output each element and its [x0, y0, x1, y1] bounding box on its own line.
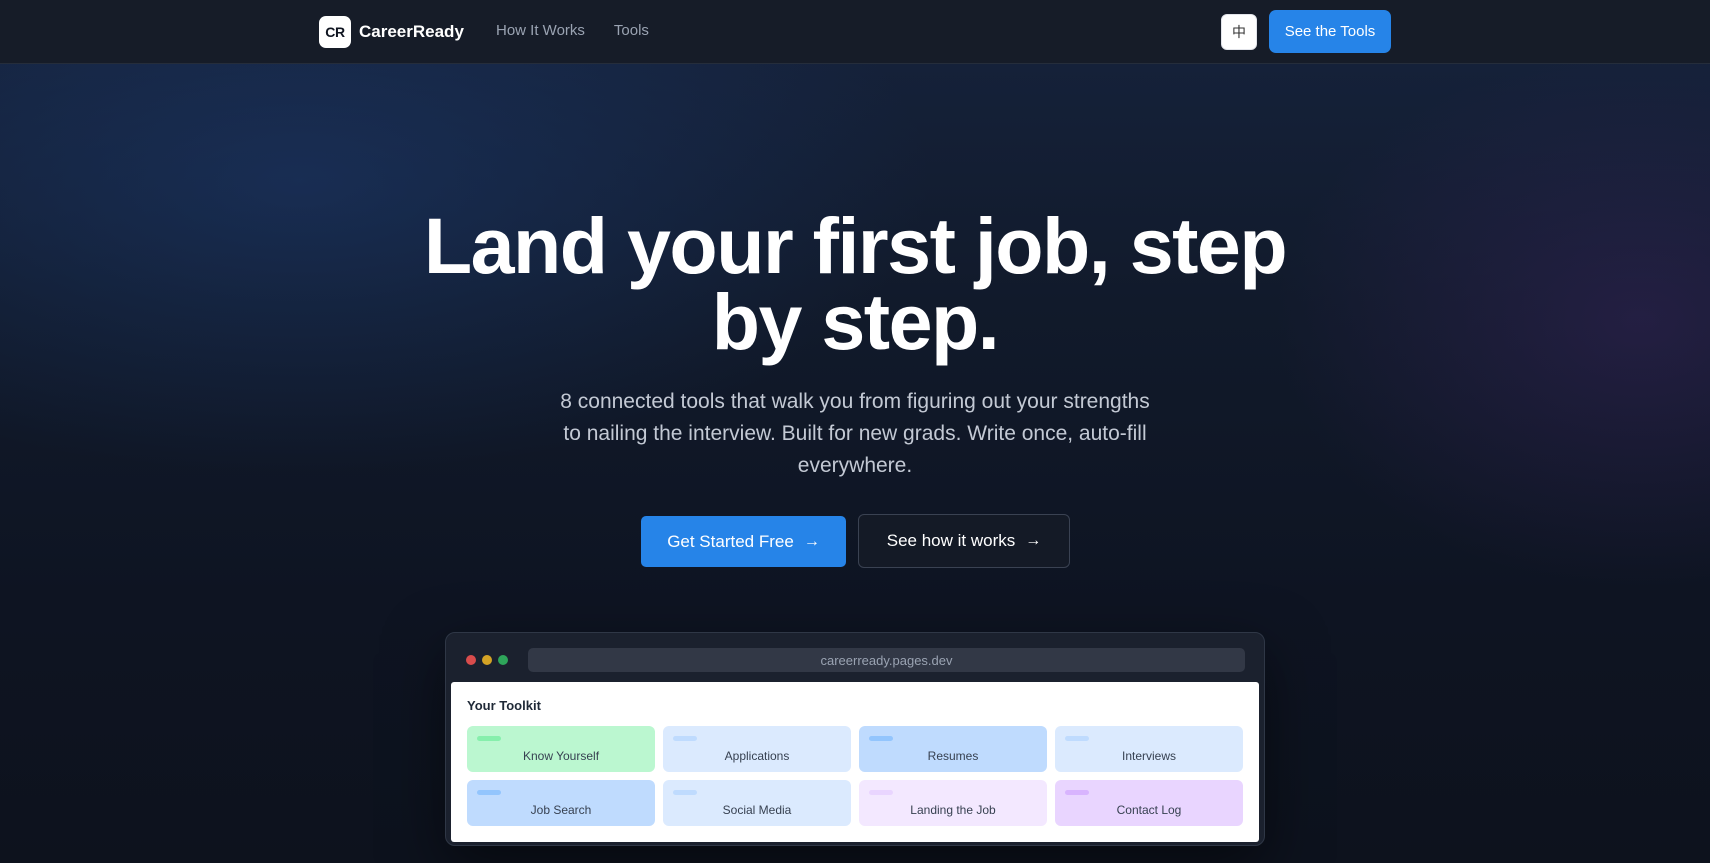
preview-viewport: Your Toolkit Know Yourself Applications … — [451, 682, 1259, 842]
hero-title-line-2: by step. — [711, 277, 1000, 366]
hero-subtitle: 8 connected tools that walk you from fig… — [560, 390, 1150, 477]
language-toggle-button[interactable]: 中 — [1221, 14, 1257, 50]
see-how-it-works-button[interactable]: See how it works → — [858, 514, 1070, 568]
tool-card-contact-log[interactable]: Contact Log — [1055, 780, 1243, 826]
tool-card-social-media[interactable]: Social Media — [663, 780, 851, 826]
tool-card-job-search[interactable]: Job Search — [467, 780, 655, 826]
see-how-it-works-label: See how it works — [886, 531, 1016, 550]
tool-card-label: Applications — [724, 749, 790, 763]
toolkit-title: Your Toolkit — [467, 698, 541, 713]
browser-preview: careerready.pages.dev Your Toolkit Know … — [445, 632, 1265, 846]
tool-card-label: Contact Log — [1116, 803, 1182, 817]
tool-card-resumes[interactable]: Resumes — [859, 726, 1047, 772]
card-bar — [673, 736, 697, 741]
card-bar — [869, 790, 893, 795]
tool-card-applications[interactable]: Applications — [663, 726, 851, 772]
tool-card-label: Interviews — [1121, 749, 1177, 763]
tool-card-know-yourself[interactable]: Know Yourself — [467, 726, 655, 772]
nav-links: How It Works Tools — [496, 22, 649, 39]
nav-link-tools[interactable]: Tools — [614, 22, 649, 39]
see-tools-button[interactable]: See the Tools — [1269, 10, 1391, 53]
get-started-button[interactable]: Get Started Free → — [641, 516, 846, 567]
card-bar — [1065, 736, 1089, 741]
top-nav: CR CareerReady How It Works Tools 中 See … — [0, 0, 1710, 64]
arrow-right-icon: → — [1025, 532, 1042, 549]
url-bar: careerready.pages.dev — [528, 648, 1245, 672]
tool-card-label: Social Media — [722, 803, 792, 817]
tool-card-label: Landing the Job — [910, 803, 996, 817]
minimize-dot-icon — [482, 655, 492, 665]
card-bar — [869, 736, 893, 741]
maximize-dot-icon — [498, 655, 508, 665]
tool-card-label: Job Search — [530, 803, 592, 817]
hero-title: Land your first job, step by step. — [355, 206, 1355, 361]
logo-mark: CR — [319, 16, 351, 48]
tool-card-landing-the-job[interactable]: Landing the Job — [859, 780, 1047, 826]
tool-card-interviews[interactable]: Interviews — [1055, 726, 1243, 772]
brand-logo[interactable]: CR CareerReady — [319, 16, 464, 48]
card-bar — [477, 736, 501, 741]
card-bar — [1065, 790, 1089, 795]
card-bar — [673, 790, 697, 795]
nav-link-how-it-works[interactable]: How It Works — [496, 22, 585, 39]
tool-card-label: Know Yourself — [522, 749, 600, 763]
tool-card-label: Resumes — [927, 749, 979, 763]
close-dot-icon — [466, 655, 476, 665]
window-controls — [466, 655, 508, 665]
arrow-right-icon: → — [803, 532, 820, 550]
get-started-label: Get Started Free — [667, 531, 794, 551]
brand-name: CareerReady — [359, 22, 464, 41]
toolkit-grid: Know Yourself Applications Resumes Inter… — [467, 726, 1244, 826]
card-bar — [477, 790, 501, 795]
landing-page: CR CareerReady How It Works Tools 中 See … — [0, 0, 1710, 863]
